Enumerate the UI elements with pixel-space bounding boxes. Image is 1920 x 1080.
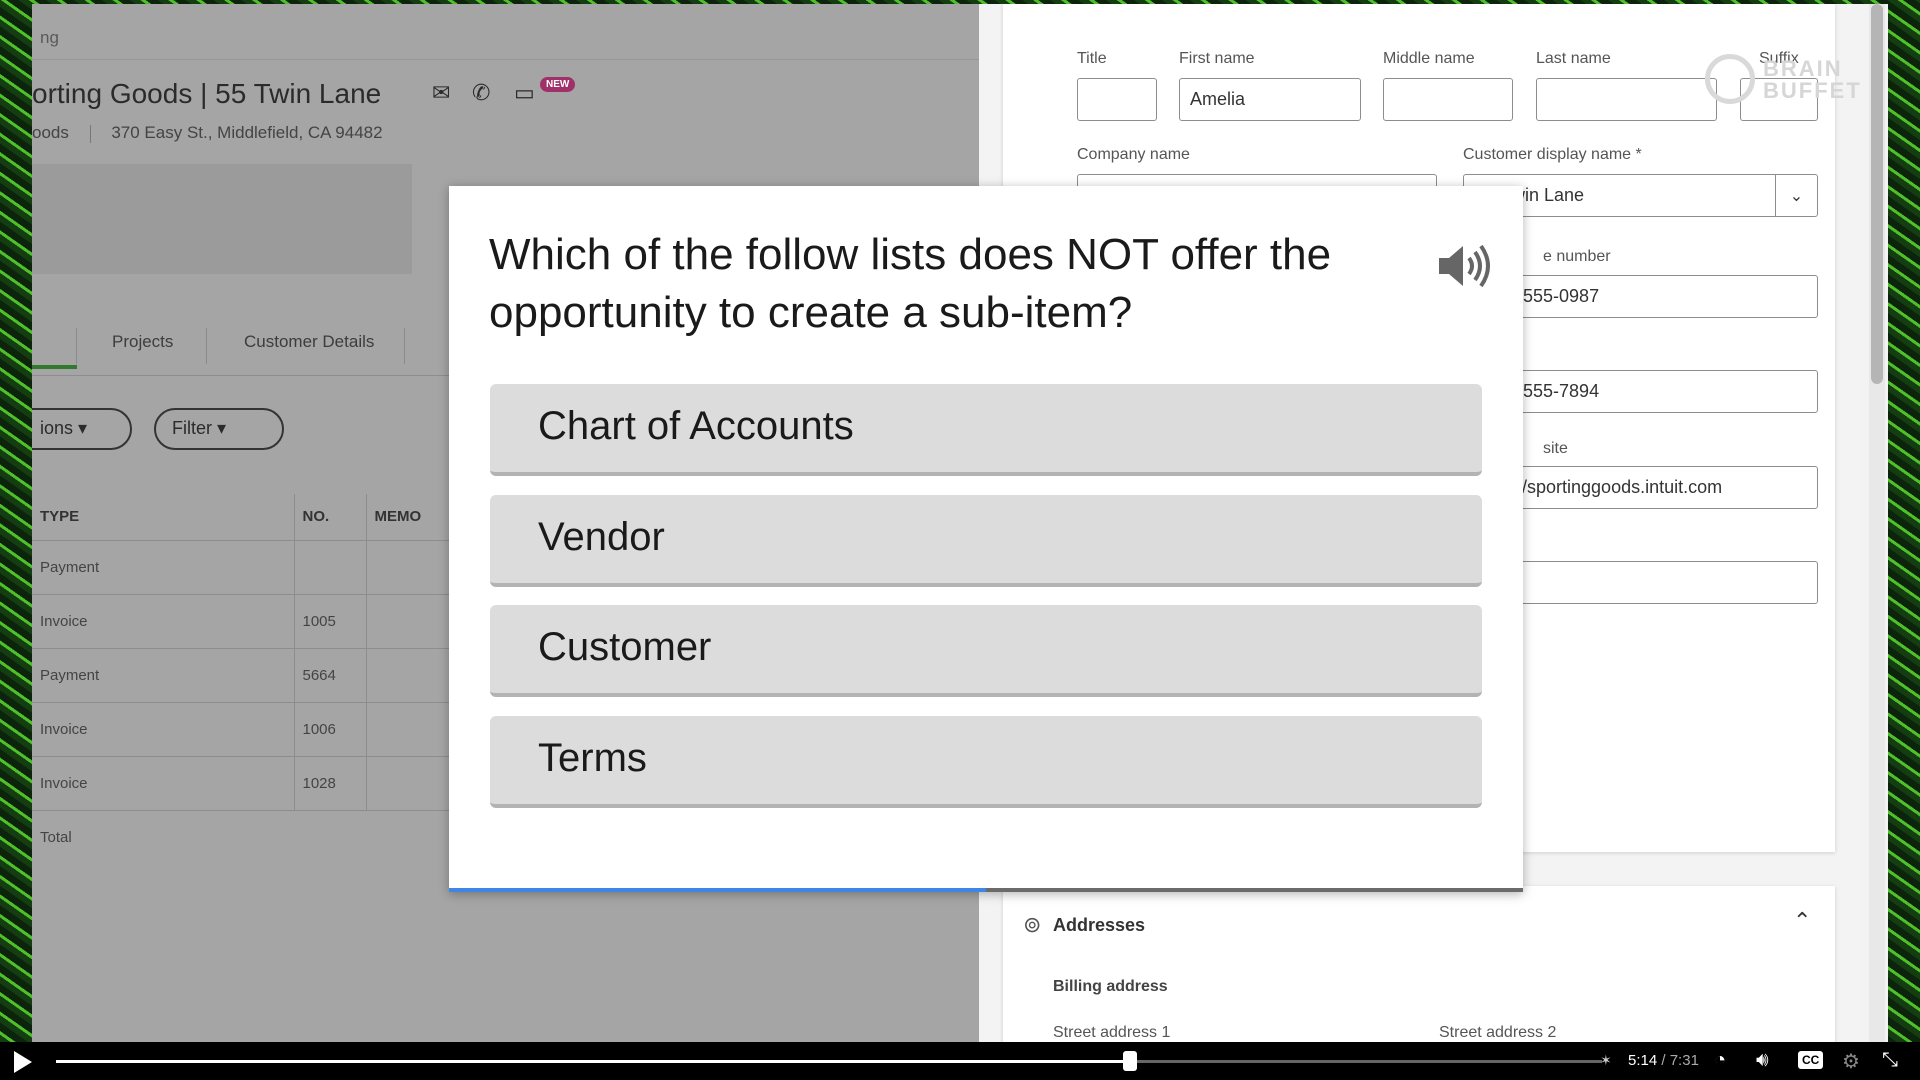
company-name-label: Company name — [1077, 146, 1190, 163]
seek-bar[interactable] — [56, 1051, 1602, 1071]
seek-handle[interactable] — [1123, 1051, 1138, 1071]
tab-divider — [76, 328, 77, 364]
subline-divider — [89, 124, 91, 143]
cell-type: Invoice — [32, 594, 295, 649]
cell-type: Invoice — [32, 756, 295, 811]
phone-label: e number — [1543, 248, 1611, 265]
location-pin-icon: ⊚ — [1023, 912, 1042, 937]
chapter-marker-icon: ✶ — [1600, 1052, 1612, 1068]
title-input[interactable] — [1077, 78, 1157, 121]
seek-bar-played — [56, 1060, 1131, 1063]
transactions-table: TYPE NO. MEMO Payment Invoice 1005 Payme… — [32, 494, 486, 864]
addresses-card — [1003, 886, 1835, 1042]
answer-option-vendor[interactable]: Vendor — [490, 495, 1482, 587]
middle-name-input[interactable] — [1383, 78, 1513, 121]
watermark-line2: BUFFET — [1763, 78, 1862, 103]
last-name-input[interactable] — [1536, 78, 1717, 121]
cell-no: 5664 — [294, 648, 367, 703]
play-icon[interactable] — [14, 1051, 32, 1073]
mail-icon[interactable]: ✉ — [432, 80, 450, 106]
cell-type: Payment — [32, 648, 295, 703]
settings-gear-icon[interactable]: ⚙ — [1842, 1049, 1860, 1074]
video-frame: ng orting Goods | 55 Twin Lane ✉ ✆ ▭ NEW… — [32, 4, 1888, 1042]
speaker-icon[interactable] — [1435, 242, 1491, 290]
billing-address-title: Billing address — [1053, 978, 1168, 995]
form-scrollbar[interactable] — [1869, 4, 1885, 1042]
table-row[interactable]: Invoice 1028 — [32, 756, 486, 811]
display-name-label: Customer display name * — [1463, 146, 1642, 163]
brain-buffet-watermark: BRAIN BUFFET — [1705, 50, 1860, 110]
quiz-progress-fill — [449, 888, 986, 892]
table-total-row: Total — [32, 810, 486, 864]
caret-down-icon: ▾ — [78, 418, 88, 438]
cell-no: 1005 — [294, 594, 367, 649]
exit-fullscreen-icon[interactable]: ⤡ — [1882, 1049, 1898, 1072]
top-strip — [32, 4, 979, 60]
actions-label: ions — [40, 418, 74, 438]
table-row[interactable]: Invoice 1005 — [32, 594, 486, 649]
caret-down-icon: ▾ — [217, 418, 227, 438]
summary-panel — [32, 164, 412, 274]
total-label: Total — [40, 828, 72, 846]
new-badge: NEW — [540, 77, 576, 92]
playback-speed-icon[interactable]: ◔ — [1714, 1049, 1726, 1072]
brain-buffet-logo-icon — [1705, 54, 1755, 104]
duration: 7:31 — [1669, 1052, 1699, 1069]
cell-type: Payment — [32, 540, 295, 595]
cell-no: 1028 — [294, 756, 367, 811]
street-address-2-label: Street address 2 — [1439, 1024, 1557, 1041]
table-row[interactable]: Payment 5664 — [32, 648, 486, 703]
current-time: 5:14 — [1628, 1052, 1658, 1069]
scrollbar-thumb[interactable] — [1871, 4, 1883, 384]
actions-button[interactable]: ions ▾ — [32, 408, 132, 450]
filter-button[interactable]: Filter ▾ — [154, 408, 284, 450]
quiz-question: Which of the follow lists does NOT offer… — [489, 230, 1332, 337]
quiz-progress-bar — [449, 888, 1523, 892]
middle-name-label: Middle name — [1383, 50, 1475, 67]
column-no[interactable]: NO. — [294, 494, 367, 541]
active-tab-indicator — [32, 365, 77, 369]
cell-no: 1006 — [294, 702, 367, 757]
last-name-label: Last name — [1536, 50, 1611, 67]
customer-subline: oods 370 Easy St., Middlefield, CA 94482 — [32, 123, 383, 143]
captions-button[interactable]: CC — [1798, 1051, 1824, 1069]
addresses-title: Addresses — [1053, 915, 1146, 935]
time-display: 5:14 / 7:31 — [1628, 1052, 1699, 1069]
answer-option-chart-of-accounts[interactable]: Chart of Accounts — [490, 384, 1482, 476]
tab-divider — [206, 328, 207, 364]
tab-divider — [404, 328, 405, 364]
volume-icon[interactable]: 🔊︎ — [1756, 1049, 1769, 1072]
website-label: site — [1543, 440, 1568, 457]
table-row[interactable]: Payment — [32, 540, 486, 595]
column-type[interactable]: TYPE — [32, 494, 295, 541]
street-address-1-label: Street address 1 — [1053, 1024, 1171, 1041]
tab-projects[interactable]: Projects — [112, 332, 173, 352]
chevron-down-icon[interactable]: ⌄ — [1775, 175, 1817, 216]
answer-option-terms[interactable]: Terms — [490, 716, 1482, 808]
table-header-row: TYPE NO. MEMO — [32, 494, 486, 541]
video-icon[interactable]: ▭ — [514, 80, 535, 106]
customer-title: orting Goods | 55 Twin Lane — [32, 78, 382, 109]
title-label: Title — [1077, 50, 1107, 67]
subline-address: 370 Easy St., Middlefield, CA 94482 — [111, 123, 383, 142]
watermark-line1: BRAIN — [1763, 56, 1843, 81]
table-row[interactable]: Invoice 1006 — [32, 702, 486, 757]
cell-no — [294, 540, 367, 595]
tab-customer-details[interactable]: Customer Details — [244, 332, 374, 352]
phone-icon[interactable]: ✆ — [472, 80, 490, 106]
filter-label: Filter — [172, 418, 212, 438]
cell-type: Invoice — [32, 702, 295, 757]
breadcrumb[interactable]: ng — [40, 28, 59, 48]
first-name-label: First name — [1179, 50, 1255, 67]
subline-company: oods — [32, 123, 69, 142]
answer-option-customer[interactable]: Customer — [490, 605, 1482, 697]
chevron-up-icon[interactable]: ⌃ — [1793, 908, 1811, 934]
video-player-controls: ✶ 5:14 / 7:31 ◔ 🔊︎ CC ⚙ ⤡ — [0, 1042, 1920, 1080]
first-name-input[interactable]: Amelia — [1179, 78, 1361, 121]
quiz-modal: Which of the follow lists does NOT offer… — [449, 186, 1523, 892]
